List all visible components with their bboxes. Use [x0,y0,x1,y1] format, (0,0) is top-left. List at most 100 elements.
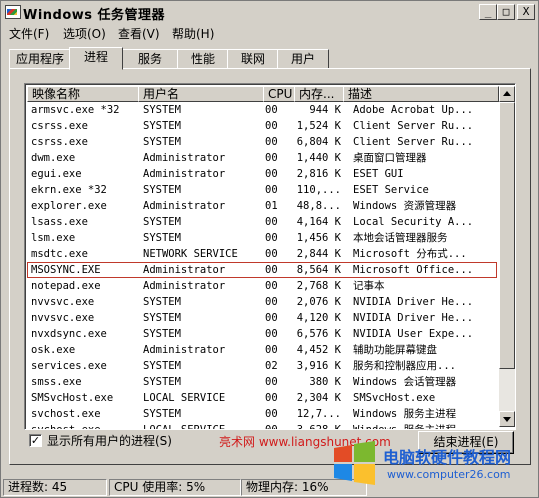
cell-image-name: services.exe [31,360,107,372]
windows-logo-icon [334,441,375,485]
cell-memory: 12,7... [296,408,341,420]
vertical-scrollbar[interactable] [499,86,515,427]
maximize-button[interactable]: □ [497,4,515,20]
column-header-memory[interactable]: 内存... [294,86,344,102]
status-cpu-usage: CPU 使用率: 5% [109,479,241,496]
cell-memory: 4,164 K [296,216,341,228]
window-title: Windows 任务管理器 [23,8,166,23]
scroll-up-button[interactable] [499,86,515,102]
cell-description: Windows 服务主进程 [353,422,495,429]
cell-cpu: 00 [265,392,278,404]
cell-description: NVIDIA Driver He... [353,312,474,324]
cell-user-name: SYSTEM [143,184,181,196]
cell-memory: 4,120 K [296,312,341,324]
menu-options[interactable]: 选项(O) [63,25,106,42]
tab-applications[interactable]: 应用程序 [9,49,71,69]
table-row[interactable]: lsass.exe SYSTEM 00 4,164 K Local Security A… [27,214,497,230]
table-row[interactable]: nvvsvc.exe SYSTEM 00 2,076 K NVIDIA Driver H… [27,294,497,310]
cell-cpu: 00 [265,216,278,228]
cell-image-name: dwm.exe [31,152,76,164]
cell-memory: 1,456 K [296,232,341,244]
process-list[interactable]: 映像名称 用户名 CPU 内存... 描述 armsvc.exe *32 SYST… [24,83,516,430]
table-row[interactable]: dwm.exe Administrator 00 1,440 K 桌面窗口管理器 [27,150,497,166]
tab-performance[interactable]: 性能 [177,49,229,69]
cell-description: Microsoft 分布式... [353,248,467,260]
cell-image-name: svchost.exe [31,422,136,429]
table-row[interactable]: SMSvcHost.exe LOCAL SERVICE 00 2,304 K SMSvc… [27,390,497,406]
title-bar[interactable]: Windows 任务管理器 _ □ X [1,1,538,23]
cell-user-name: Administrator [143,152,226,164]
cell-description: ESET Service [353,184,429,196]
column-header-image-name[interactable]: 映像名称 [27,86,139,102]
table-row[interactable]: osk.exe Administrator 00 4,452 K 辅助功能屏幕键盘 [27,342,497,358]
cell-image-name: MSOSYNC.EXE [31,264,101,276]
cell-cpu: 00 [265,280,278,292]
cell-description: NVIDIA Driver He... [353,296,474,308]
logo-title: 电脑软硬件教程网 [383,448,512,467]
column-header-user-name[interactable]: 用户名 [138,86,264,102]
cell-cpu: 00 [265,328,278,340]
table-row[interactable]: svchost.exe LOCAL SERVICE 003,628 K Windows… [27,422,497,429]
tab-processes[interactable]: 进程 [69,47,123,70]
cell-cpu: 00 [265,104,278,116]
cell-user-name: LOCAL SERVICE [143,422,261,429]
table-row[interactable]: csrss.exe SYSTEM 00 6,804 K Client Server Ru… [27,134,497,150]
cell-description: Microsoft Office... [353,264,474,276]
cell-image-name: explorer.exe [31,200,107,212]
cell-description: Client Server Ru... [353,136,474,148]
cell-memory: 3,628 K [291,422,341,429]
cell-image-name: notepad.exe [31,280,101,292]
cell-user-name: Administrator [143,168,226,180]
table-row[interactable]: lsm.exe SYSTEM 00 1,456 K 本地会话管理器服务 [27,230,497,246]
column-header-description[interactable]: 描述 [343,86,499,102]
cell-memory: 8,564 K [296,264,341,276]
table-row[interactable]: armsvc.exe *32 SYSTEM 00 944 K Adobe Acrobat… [27,102,497,118]
close-button[interactable]: X [517,4,535,20]
cell-image-name: msdtc.exe [31,248,88,260]
tab-services[interactable]: 服务 [121,49,179,69]
table-row[interactable]: explorer.exe Administrator 01 48,8... Window… [27,198,497,214]
table-row[interactable]: msdtc.exe NETWORK SERVICE 00 2,844 K Microso… [27,246,497,262]
cell-cpu: 00 [265,422,289,429]
menu-view[interactable]: 查看(V) [118,25,160,42]
table-row[interactable]: MSOSYNC.EXE Administrator 00 8,564 K Microso… [27,262,497,278]
tab-users[interactable]: 用户 [277,49,329,69]
cell-image-name: lsm.exe [31,232,76,244]
cell-cpu: 00 [265,184,278,196]
cell-user-name: NETWORK SERVICE [143,248,238,260]
cell-cpu: 00 [265,296,278,308]
cell-cpu: 00 [265,408,278,420]
menu-help[interactable]: 帮助(H) [172,25,214,42]
show-all-users-checkbox[interactable]: ✓ [29,434,42,447]
scroll-down-button[interactable] [499,411,515,427]
table-row[interactable]: nvxdsync.exe SYSTEM 00 6,576 K NVIDIA User E… [27,326,497,342]
cell-user-name: SYSTEM [143,136,181,148]
cell-description: 服务和控制器应用... [353,360,456,372]
table-row[interactable]: ekrn.exe *32 SYSTEM 00 110,... ESET Service [27,182,497,198]
cell-user-name: SYSTEM [143,104,181,116]
table-row[interactable]: services.exe SYSTEM 02 3,916 K 服务和控制器应用... [27,358,497,374]
table-row[interactable]: smss.exe SYSTEM 00 380 K Windows 会话管理器 [27,374,497,390]
process-rows: armsvc.exe *32 SYSTEM 00 944 K Adobe Acrobat… [27,102,497,429]
cell-cpu: 00 [265,136,278,148]
cell-image-name: csrss.exe [31,136,88,148]
scrollbar-thumb[interactable] [499,102,515,369]
tab-networking[interactable]: 联网 [227,49,279,69]
menu-file[interactable]: 文件(F) [9,25,49,42]
table-row[interactable]: notepad.exe Administrator 00 2,768 K 记事本 [27,278,497,294]
cell-memory: 380 K [309,376,341,388]
cell-user-name: SYSTEM [143,312,181,324]
minimize-button[interactable]: _ [479,4,497,20]
table-row[interactable]: egui.exe Administrator 00 2,816 K ESET GUI [27,166,497,182]
cell-memory: 2,304 K [296,392,341,404]
cell-cpu: 00 [265,248,278,260]
cell-image-name: ekrn.exe *32 [31,184,107,196]
menu-bar: 文件(F) 选项(O) 查看(V) 帮助(H) [1,23,538,41]
table-row[interactable]: svchost.exe SYSTEM 00 12,7... Windows 服务主进程 [27,406,497,422]
cell-description: NVIDIA User Expe... [353,328,474,340]
table-row[interactable]: nvvsvc.exe SYSTEM 00 4,120 K NVIDIA Driver H… [27,310,497,326]
table-row[interactable]: csrss.exe SYSTEM 00 1,524 K Client Server Ru… [27,118,497,134]
cell-image-name: smss.exe [31,376,82,388]
column-header-cpu[interactable]: CPU [263,86,295,102]
cell-cpu: 00 [265,264,278,276]
